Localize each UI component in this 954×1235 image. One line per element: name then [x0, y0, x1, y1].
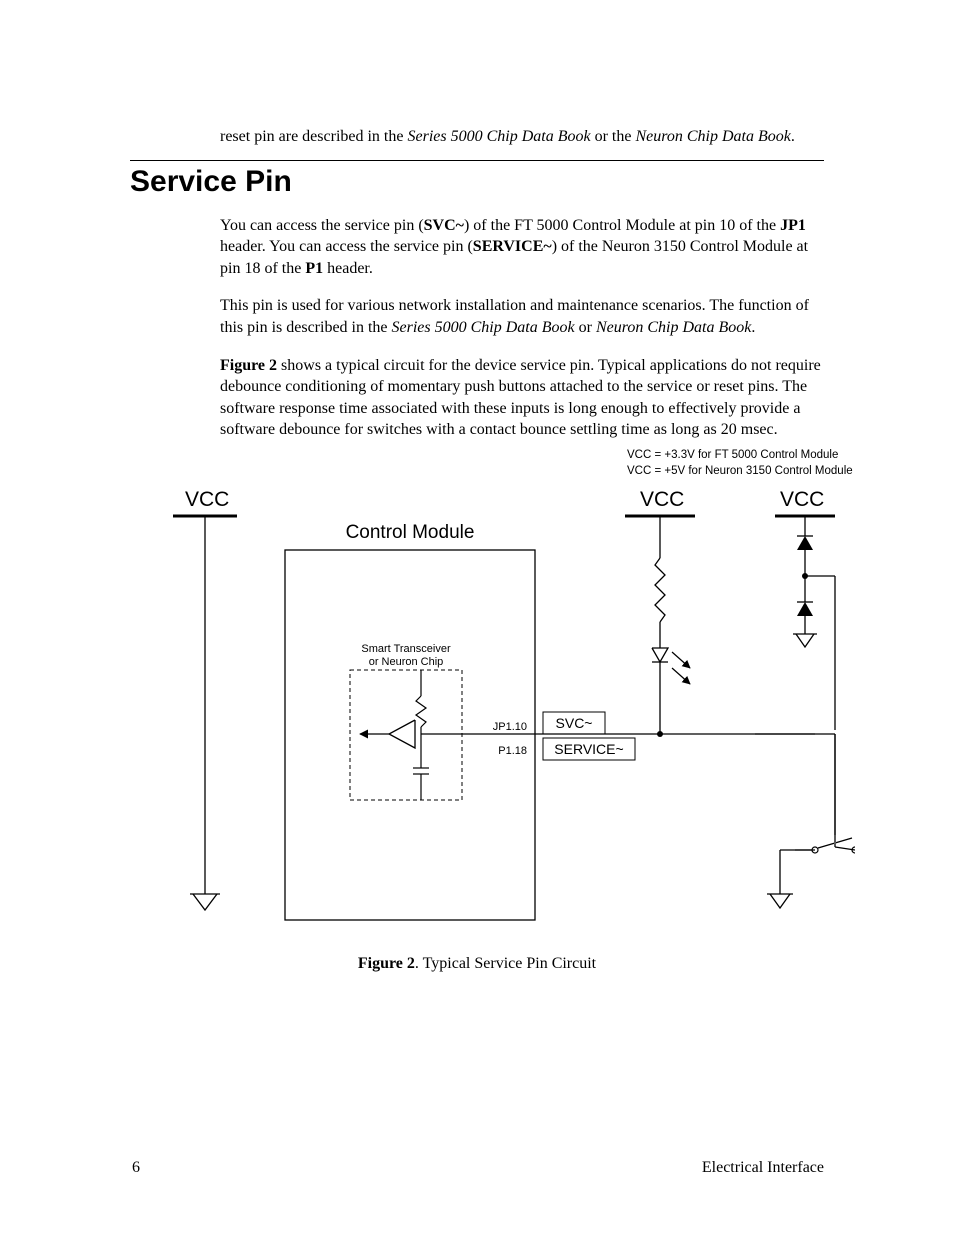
vcc-left-label: VCC	[185, 488, 229, 511]
chapter-name: Electrical Interface	[702, 1159, 824, 1177]
vcc-right-label: VCC	[780, 488, 824, 511]
figure-ref: Figure 2	[220, 357, 277, 374]
book-ref-4: Neuron Chip Data Book	[596, 319, 751, 336]
paragraph-2: This pin is used for various network ins…	[220, 295, 824, 338]
service-label: SERVICE~	[554, 741, 623, 757]
text: header. You can access the service pin (	[220, 238, 473, 255]
book-ref-2: Neuron Chip Data Book	[635, 128, 790, 145]
header-p1: P1	[305, 260, 323, 277]
page-number: 6	[132, 1159, 140, 1177]
control-module-label: Control Module	[346, 522, 475, 543]
section-rule	[130, 160, 824, 161]
text: You can access the service pin (	[220, 217, 424, 234]
figure-2: VCC VCC VCC	[155, 480, 855, 925]
text: header.	[323, 260, 373, 277]
smart-label: Smart Transceiver	[361, 643, 451, 655]
paragraph-1: You can access the service pin (SVC~) of…	[220, 215, 824, 280]
text: .	[751, 319, 755, 336]
text: or the	[591, 128, 636, 145]
vcc-note-2: VCC = +5V for Neuron 3150 Control Module	[627, 464, 887, 480]
figure-number: Figure 2	[358, 955, 415, 972]
header-jp1: JP1	[780, 217, 806, 234]
paragraph-3: Figure 2 shows a typical circuit for the…	[220, 355, 824, 441]
text: or	[575, 319, 596, 336]
pin-service: SERVICE~	[473, 238, 552, 255]
vcc-mid-label: VCC	[640, 488, 684, 511]
intro-paragraph: reset pin are described in the Series 50…	[220, 126, 824, 148]
circuit-diagram-svg: VCC VCC VCC	[155, 480, 855, 925]
p1-pin-label: P1.18	[498, 745, 527, 757]
neuron-chip-label: or Neuron Chip	[369, 656, 444, 668]
text: ) of the FT 5000 Control Module at pin 1…	[464, 217, 780, 234]
book-ref-3: Series 5000 Chip Data Book	[392, 319, 575, 336]
figure-caption: Figure 2. Typical Service Pin Circuit	[0, 955, 954, 973]
book-ref-1: Series 5000 Chip Data Book	[407, 128, 590, 145]
svc-label: SVC~	[556, 715, 593, 731]
jp1-pin-label: JP1.10	[493, 721, 527, 733]
pin-svc: SVC~	[424, 217, 464, 234]
figure-caption-text: . Typical Service Pin Circuit	[415, 955, 596, 972]
text: shows a typical circuit for the device s…	[220, 357, 821, 439]
page: reset pin are described in the Series 50…	[0, 0, 954, 1235]
vcc-note-1: VCC = +3.3V for FT 5000 Control Module	[627, 448, 887, 464]
text: reset pin are described in the	[220, 128, 407, 145]
vcc-notes: VCC = +3.3V for FT 5000 Control Module V…	[627, 448, 887, 479]
section-title: Service Pin	[130, 165, 824, 199]
text: .	[791, 128, 795, 145]
